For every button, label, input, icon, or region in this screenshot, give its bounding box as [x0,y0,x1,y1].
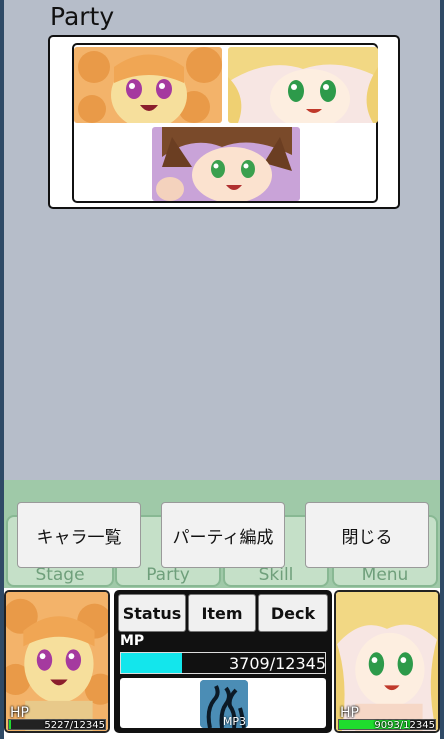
tab-party-label: Party [146,565,190,585]
party-member-blonde-hair[interactable] [228,47,378,123]
mp-bar-fill [121,653,183,673]
party-formation-button[interactable]: パーティ編成 [161,502,285,568]
mp-label: MP [120,633,145,649]
hp-value: 5227/12345 [44,720,105,731]
tab-skill-label: Skill [258,565,294,585]
status-panel: Status Item Deck MP 3709/12345 MP3 [114,590,332,733]
party-members [72,43,378,203]
card-cost-label: MP3 [222,715,246,728]
party-member-orange-hair[interactable] [74,47,222,123]
mp-value: 3709/12345 [228,654,326,673]
skill-card[interactable]: MP3 [200,680,248,728]
tab-stage-label: Stage [35,565,85,585]
character-list-button[interactable]: キャラ一覧 [17,502,141,568]
hp-value: 9093/12345 [374,720,435,731]
leader-card-right[interactable]: HP 9093/12345 [334,590,440,733]
hp-bar-fill [9,720,11,729]
item-button[interactable]: Item [188,594,256,632]
game-screen: Party Stage Party Skill Menu キャラ一覧 パーティ編… [4,0,440,739]
leader-card-left[interactable]: HP 5227/12345 [4,590,110,733]
status-button[interactable]: Status [118,594,186,632]
deck-area: MP3 [120,678,326,728]
party-panel [48,35,400,209]
party-title: Party [50,2,115,31]
tab-menu-label: Menu [361,565,409,585]
party-member-brown-hair[interactable] [152,127,300,201]
deck-button[interactable]: Deck [258,594,328,632]
close-button[interactable]: 閉じる [305,502,429,568]
